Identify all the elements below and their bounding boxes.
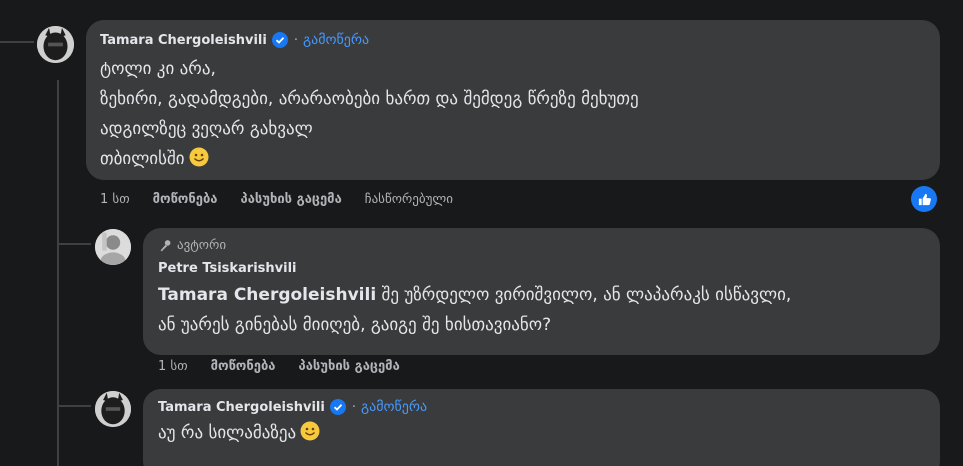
comment-line: ადგილზეც ვეღარ გახვალ [100,119,313,139]
comment-line: აუ რა სილამაზეა [158,423,297,443]
thread-line-top [0,41,34,43]
comment-actions: 1 სთ მოწონება პასუხის გაცემა ჩასწორებული [100,192,476,207]
follow-button[interactable]: გამოწერა [303,32,369,48]
separator-dot: · [293,32,298,48]
avatar[interactable] [95,391,131,427]
comment-line: თბილისში [100,149,185,169]
avatar[interactable] [37,26,74,63]
avatar[interactable] [95,229,131,265]
comment-text: აუ რა სილამაზეა [158,418,925,448]
like-reaction-badge[interactable] [911,186,937,212]
verified-badge-icon [271,32,288,48]
comment-text: Tamara Chergoleishvili შე უზრდელო ვირიშვ… [158,280,925,340]
comment-line: ან უარეს გინებას მიიღებ, გაიგე შე ხისთავ… [158,315,552,335]
comment-bubble: Tamara Chergoleishvili · გამოწერა ტოლი კ… [86,20,940,180]
thread-line-reply2 [57,405,91,407]
author-tag: ავტორი [158,238,925,253]
like-button[interactable]: მოწონება [211,359,276,374]
smile-emoji-icon [300,421,320,441]
author-tag-label: ავტორი [177,238,227,253]
reply-button[interactable]: პასუხის გაცემა [299,359,400,374]
like-button[interactable]: მოწონება [153,192,218,207]
avatar-image-icon [95,229,131,265]
avatar-image-icon [95,391,131,427]
microphone-icon [160,239,171,251]
verified-badge-icon [329,399,346,415]
author-name[interactable]: Petre Tsiskarishvili [158,261,297,276]
comment-actions: 1 სთ მოწონება პასუხის გაცემა [158,359,423,374]
author-name[interactable]: Tamara Chergoleishvili [158,400,325,415]
mention-link[interactable]: Tamara Chergoleishvili [158,285,376,305]
comment-text: ტოლი კი არა, ზეხირი, გადამდგები, არარაობ… [100,54,926,174]
follow-button[interactable]: გამოწერა [361,399,427,415]
comment-bubble: ავტორი Petre Tsiskarishvili Tamara Cherg… [143,228,940,355]
edited-label[interactable]: ჩასწორებული [365,192,453,207]
thread-line-reply1 [57,243,91,245]
author-name[interactable]: Tamara Chergoleishvili [100,33,267,48]
comment-line: ტოლი კი არა, [100,59,216,79]
comment-line: ზეხირი, გადამდგები, არარაობები ხართ და შ… [100,89,639,109]
thread-line-vertical [57,80,59,466]
separator-dot: · [351,399,356,415]
avatar-image-icon [37,26,74,63]
reply-button[interactable]: პასუხის გაცემა [241,192,342,207]
thumbs-up-icon [918,193,931,205]
timestamp[interactable]: 1 სთ [158,359,188,374]
smile-emoji-icon [189,147,209,167]
timestamp[interactable]: 1 სთ [100,192,130,207]
comment-line: შე უზრდელო ვირიშვილო, ან ლაპარაკს ისწავლ… [376,285,792,305]
comment-thread: Tamara Chergoleishvili · გამოწერა ტოლი კ… [0,0,963,466]
comment-bubble: Tamara Chergoleishvili · გამოწერა აუ რა … [143,389,940,466]
